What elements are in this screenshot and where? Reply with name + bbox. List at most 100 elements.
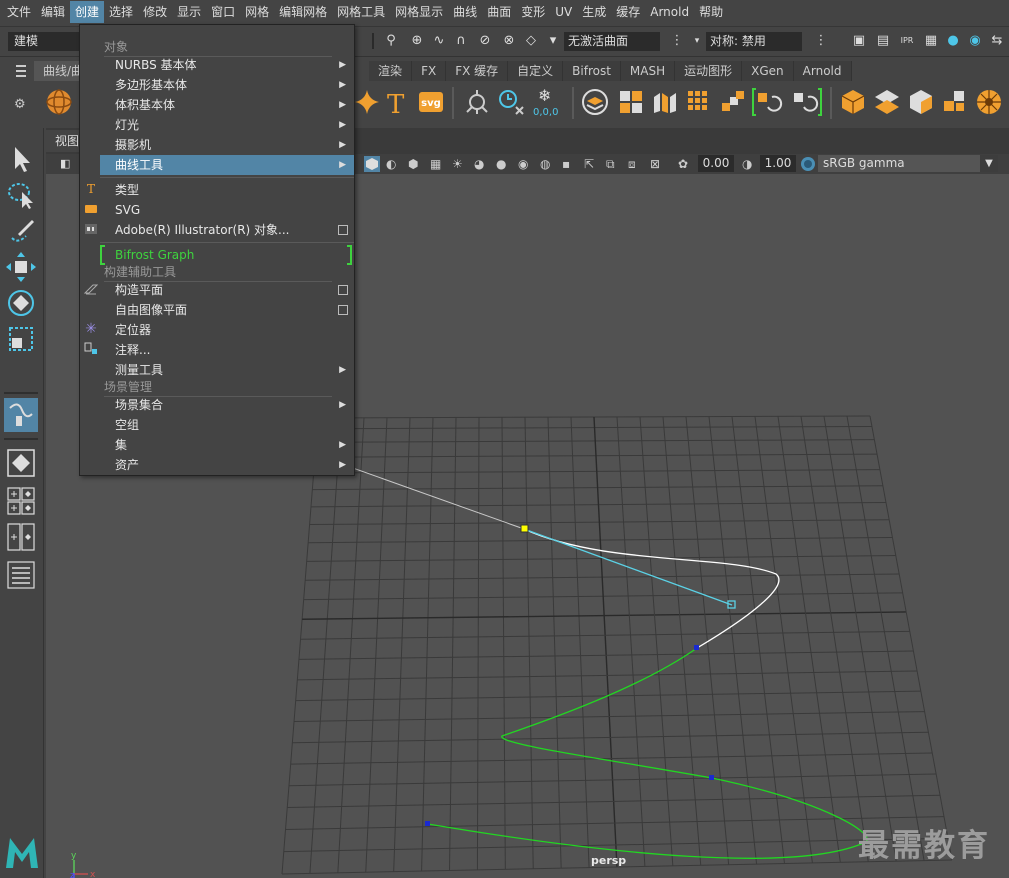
- single-view-layout-icon[interactable]: [4, 446, 38, 480]
- curve-green-segment[interactable]: [427, 647, 868, 859]
- outliner-layout-icon[interactable]: [4, 558, 38, 592]
- tab-fx-cache[interactable]: FX 缓存: [446, 61, 509, 81]
- gear-icon[interactable]: ⚙: [14, 97, 30, 113]
- snap-surface-icon[interactable]: ⊗: [500, 33, 518, 49]
- cubes-stack-icon[interactable]: [940, 87, 970, 117]
- tab-fx[interactable]: FX: [412, 61, 447, 81]
- menu-item-curve-tools[interactable]: 曲线工具 ▶: [100, 155, 354, 175]
- clock-icon[interactable]: [496, 87, 526, 117]
- select-tool-icon[interactable]: [4, 142, 38, 176]
- menu-surfaces[interactable]: 曲面: [482, 1, 516, 23]
- nurbs-sphere-icon[interactable]: [44, 87, 74, 117]
- menu-item-volume-primitives[interactable]: 体积基本体 ▶: [100, 95, 354, 115]
- menu-item-nurbs-primitives[interactable]: NURBS 基本体 ▶: [100, 55, 354, 75]
- chevron-down-icon[interactable]: ▾: [544, 33, 562, 49]
- live-surface-field[interactable]: 无激活曲面: [564, 32, 660, 51]
- textured-icon[interactable]: ◐: [386, 156, 402, 172]
- curve-cv[interactable]: [694, 645, 699, 650]
- menu-item-annotation[interactable]: 注释...: [100, 340, 354, 360]
- menu-set-select[interactable]: 建模: [8, 32, 80, 51]
- menu-windows[interactable]: 窗口: [206, 1, 240, 23]
- hypershade-icon[interactable]: ●: [944, 33, 962, 49]
- menu-item-scene-assembly[interactable]: 场景集合 ▶: [100, 395, 354, 415]
- option-box-icon[interactable]: [338, 285, 348, 295]
- menu-uv[interactable]: UV: [550, 1, 577, 23]
- gamma-field[interactable]: 1.00: [760, 155, 796, 172]
- tab-custom[interactable]: 自定义: [508, 61, 564, 81]
- snowflake-icon[interactable]: ❄ 0,0,0: [530, 86, 560, 118]
- menu-mesh[interactable]: 网格: [240, 1, 274, 23]
- menu-item-free-image-plane[interactable]: 自由图像平面: [100, 300, 354, 320]
- menu-item-empty-group[interactable]: 空组: [100, 415, 354, 435]
- make-live-icon[interactable]: ◇: [522, 33, 540, 49]
- tab-bifrost[interactable]: Bifrost: [563, 61, 621, 81]
- ipr-render-icon[interactable]: IPR: [898, 33, 916, 49]
- ambient-occlusion-icon[interactable]: ◕: [474, 156, 490, 172]
- lasso-tool-icon[interactable]: [4, 178, 38, 212]
- menu-edit-mesh[interactable]: 编辑网格: [274, 1, 332, 23]
- color-management-icon[interactable]: [800, 156, 816, 172]
- light-bulb-icon[interactable]: ☀: [452, 156, 468, 172]
- render-settings-icon[interactable]: ▦: [922, 33, 940, 49]
- shadows-icon[interactable]: ▦: [430, 156, 446, 172]
- exposure-icon[interactable]: ✿: [678, 156, 694, 172]
- rotate-tool-icon[interactable]: [4, 286, 38, 320]
- bracket-refresh-icon[interactable]: [752, 87, 783, 117]
- status-options-icon[interactable]: ⋮: [668, 33, 686, 49]
- camera-icon[interactable]: ◧: [60, 157, 74, 171]
- menu-item-lights[interactable]: 灯光 ▶: [100, 115, 354, 135]
- curve-cv[interactable]: [425, 821, 430, 826]
- chevron-down-icon[interactable]: ▾: [688, 33, 706, 49]
- exposure-field[interactable]: 0.00: [698, 155, 734, 172]
- menu-cache[interactable]: 缓存: [611, 1, 645, 23]
- joint-tool-icon[interactable]: [462, 87, 492, 117]
- wireframe-shaded-icon[interactable]: [364, 156, 380, 172]
- menu-mesh-tools[interactable]: 网格工具: [332, 1, 390, 23]
- gamma-icon[interactable]: ◑: [742, 156, 758, 172]
- curve-cv-start[interactable]: [520, 524, 529, 533]
- xray-icon[interactable]: ⇱: [584, 156, 600, 172]
- four-view-layout-icon[interactable]: [4, 484, 38, 518]
- menu-edit[interactable]: 编辑: [36, 1, 70, 23]
- snap-grid-icon[interactable]: ⊕: [408, 33, 426, 49]
- tiles-icon[interactable]: [872, 87, 902, 117]
- menu-item-locator[interactable]: 定位器: [100, 320, 354, 340]
- scale-tool-icon[interactable]: [4, 322, 38, 356]
- render-view-icon[interactable]: ▣: [850, 33, 868, 49]
- grid-cubes-icon[interactable]: [616, 87, 646, 117]
- svg-tool-icon[interactable]: svg: [416, 87, 446, 117]
- option-box-icon[interactable]: [338, 305, 348, 315]
- menu-create[interactable]: 创建: [70, 1, 105, 23]
- tab-xgen[interactable]: XGen: [742, 61, 794, 81]
- curve-snap-tool-icon[interactable]: [4, 398, 38, 432]
- menu-item-sets[interactable]: 集 ▶: [100, 435, 354, 455]
- menu-select[interactable]: 选择: [104, 1, 138, 23]
- frame-all-icon[interactable]: ⊠: [650, 156, 666, 172]
- menu-item-illustrator-object[interactable]: Adobe(R) Illustrator(R) 对象...: [100, 220, 354, 240]
- menu-item-construction-plane[interactable]: 构造平面: [100, 280, 354, 300]
- layers-icon[interactable]: [580, 87, 610, 117]
- color-space-select[interactable]: sRGB gamma ▼: [818, 155, 998, 172]
- bracket-refresh-icon[interactable]: [788, 87, 822, 117]
- move-tool-icon[interactable]: [4, 250, 38, 284]
- snap-view-icon[interactable]: ⊘: [476, 33, 494, 49]
- tab-mash[interactable]: MASH: [620, 61, 676, 81]
- menu-arnold[interactable]: Arnold: [645, 1, 694, 23]
- wheel-icon[interactable]: [974, 87, 1004, 117]
- box-open-icon[interactable]: [906, 87, 936, 117]
- shelf-menu-icon[interactable]: [14, 63, 28, 81]
- light-editor-icon[interactable]: ◉: [966, 33, 984, 49]
- anti-aliasing-icon[interactable]: ◉: [518, 156, 534, 172]
- lock-icon[interactable]: ⚲: [382, 33, 400, 49]
- two-view-layout-icon[interactable]: [4, 520, 38, 554]
- type-tool-icon[interactable]: T: [382, 87, 412, 120]
- menu-deform[interactable]: 变形: [516, 1, 550, 23]
- cube-split-icon[interactable]: [650, 87, 680, 117]
- menu-modify[interactable]: 修改: [138, 1, 172, 23]
- xray-joints-icon[interactable]: ⧉: [606, 156, 622, 172]
- isolate-icon[interactable]: ▪: [562, 156, 578, 172]
- menu-file[interactable]: 文件: [2, 1, 36, 23]
- dot-grid-icon[interactable]: [684, 87, 714, 117]
- use-lights-icon[interactable]: ⬢: [408, 156, 424, 172]
- menu-item-bifrost-graph[interactable]: Bifrost Graph: [100, 245, 354, 265]
